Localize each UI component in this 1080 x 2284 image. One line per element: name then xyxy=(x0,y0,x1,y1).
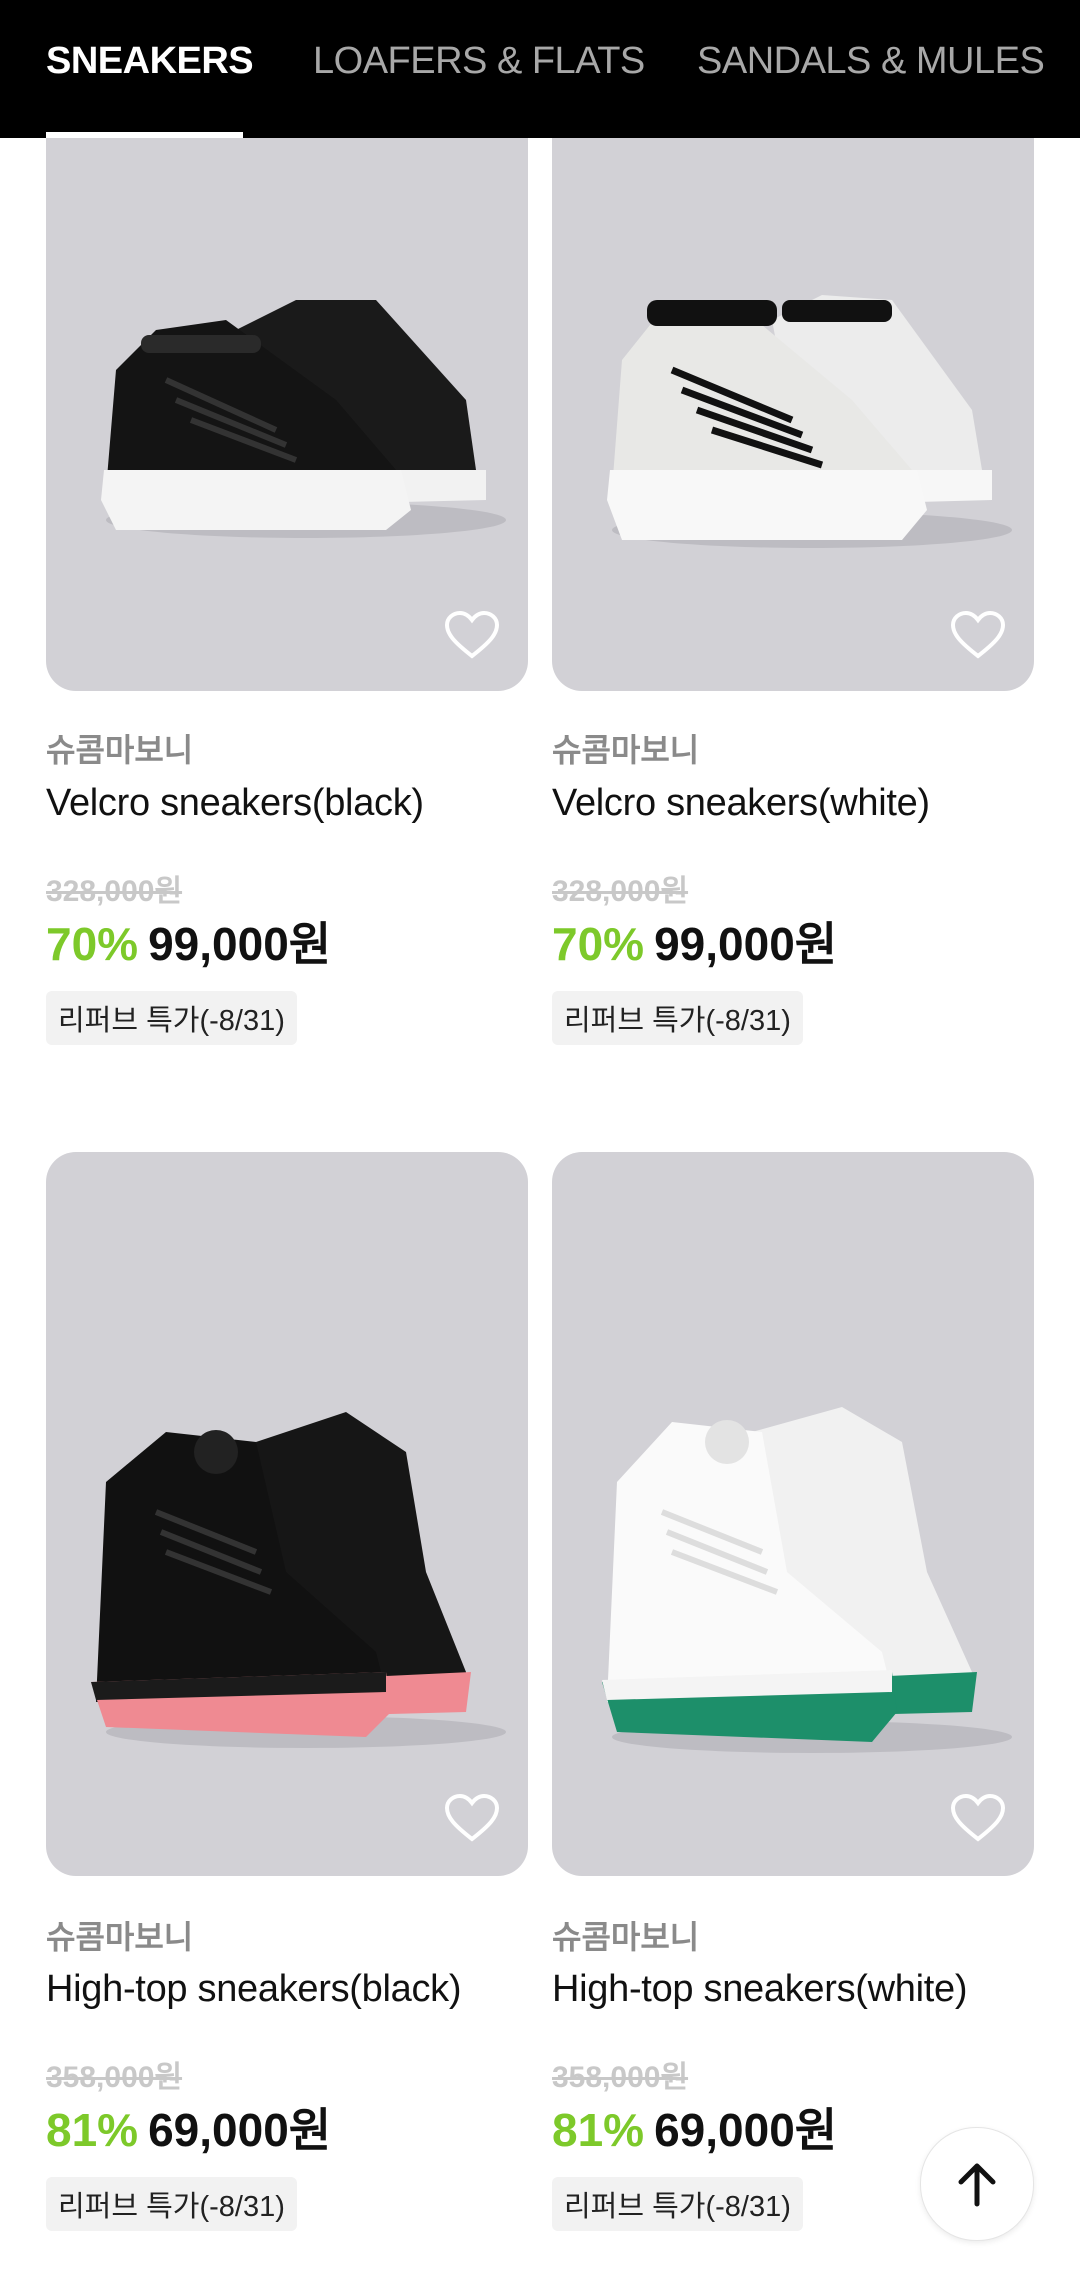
promo-badge: 리퍼브 특가(-8/31) xyxy=(552,2177,803,2231)
discount-rate: 81% xyxy=(552,2104,645,2156)
original-price: 328,000원 xyxy=(552,875,689,908)
scroll-to-top-button[interactable] xyxy=(920,2127,1034,2241)
original-price: 358,000원 xyxy=(552,2061,689,2094)
promo-badge: 리퍼브 특가(-8/31) xyxy=(46,2177,297,2231)
sale-price: 69,000원 xyxy=(148,2104,332,2156)
sale-price: 69,000원 xyxy=(654,2104,838,2156)
heart-outline-icon[interactable] xyxy=(950,1793,1006,1843)
original-price: 358,000원 xyxy=(46,2061,183,2094)
product-image[interactable] xyxy=(552,1152,1034,1876)
product-name[interactable]: High-top sneakers(black) xyxy=(46,1968,462,2011)
product-brand: 슈콤마보니 xyxy=(46,732,194,768)
heart-outline-icon[interactable] xyxy=(444,610,500,660)
product-image[interactable] xyxy=(46,1152,528,1876)
product-name[interactable]: Velcro sneakers(black) xyxy=(46,782,424,825)
original-price: 328,000원 xyxy=(46,875,183,908)
tab-sandals-mules[interactable]: SANDALS & MULES xyxy=(697,40,1045,83)
product-brand: 슈콤마보니 xyxy=(552,1919,700,1955)
product-brand: 슈콤마보니 xyxy=(46,1919,194,1955)
discount-rate: 70% xyxy=(552,918,645,970)
product-name[interactable]: Velcro sneakers(white) xyxy=(552,782,930,825)
tab-loafers-flats[interactable]: LOAFERS & FLATS xyxy=(313,40,645,83)
category-tab-bar: SNEAKERS LOAFERS & FLATS SANDALS & MULES xyxy=(0,0,1080,138)
promo-badge: 리퍼브 특가(-8/31) xyxy=(46,991,297,1045)
product-name[interactable]: High-top sneakers(white) xyxy=(552,1968,968,2011)
heart-outline-icon[interactable] xyxy=(950,610,1006,660)
arrow-up-icon xyxy=(958,2163,996,2207)
sale-price: 99,000원 xyxy=(148,918,332,970)
discount-rate: 70% xyxy=(46,918,139,970)
heart-outline-icon[interactable] xyxy=(444,1793,500,1843)
tab-sneakers[interactable]: SNEAKERS xyxy=(46,40,254,83)
sale-price: 99,000원 xyxy=(654,918,838,970)
promo-badge: 리퍼브 특가(-8/31) xyxy=(552,991,803,1045)
active-tab-indicator xyxy=(46,132,243,138)
product-brand: 슈콤마보니 xyxy=(552,732,700,768)
discount-rate: 81% xyxy=(46,2104,139,2156)
